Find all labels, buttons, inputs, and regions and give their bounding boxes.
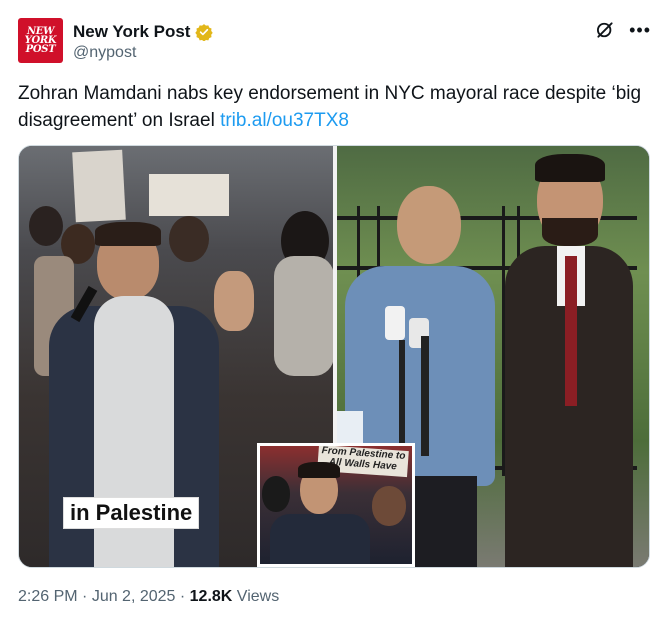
header-actions: ••• [595, 20, 651, 40]
logo-line-3: POST [25, 44, 56, 55]
verified-badge-icon [195, 24, 214, 41]
post-time[interactable]: 2:26 PM [18, 588, 78, 605]
post-meta: 2:26 PM · Jun 2, 2025 · 12.8K Views [18, 588, 279, 606]
avatar[interactable]: NEW YORK POST [18, 18, 63, 63]
post-text: Zohran Mamdani nabs key endorsement in N… [18, 80, 648, 134]
post-header: NEW YORK POST New York Post @nypost ••• [18, 16, 651, 66]
meta-separator: · [77, 588, 92, 605]
account-handle[interactable]: @nypost [73, 44, 136, 62]
post-link[interactable]: trib.al/ou37TX8 [220, 110, 349, 131]
more-icon[interactable]: ••• [629, 21, 651, 39]
views-label: Views [232, 588, 280, 605]
views-count: 12.8K [189, 588, 233, 605]
inset-photo: From Palestine to All Walls Have [257, 443, 415, 567]
post-media[interactable]: in Palestine From Palestine to All Walls… [18, 145, 650, 568]
meta-separator-2: · [175, 588, 190, 605]
grok-icon[interactable] [595, 20, 615, 40]
post-date[interactable]: Jun 2, 2025 [92, 588, 176, 605]
video-caption: in Palestine [63, 497, 200, 529]
account-name[interactable]: New York Post [73, 22, 190, 42]
name-row: New York Post [73, 22, 214, 42]
